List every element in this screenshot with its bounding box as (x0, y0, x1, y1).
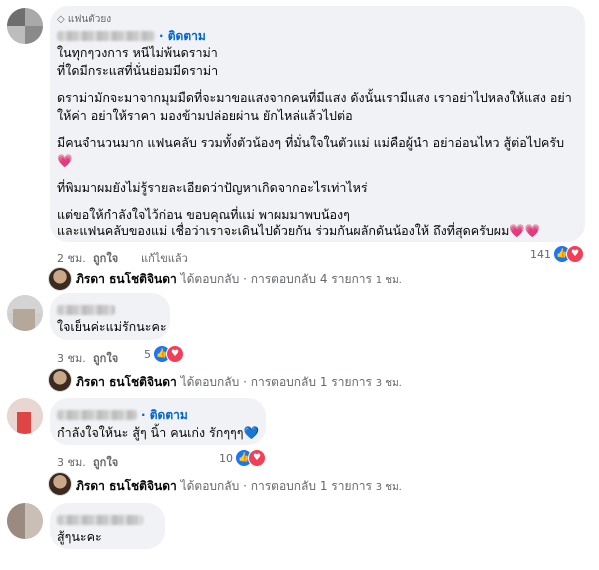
replier-avatar[interactable] (48, 267, 72, 291)
reaction-count: 5 (144, 347, 151, 361)
commenter-name-3[interactable] (57, 410, 137, 420)
reaction-summary[interactable]: 5 👍 ♥ (144, 345, 184, 363)
comment-time[interactable]: 3 ชม. (57, 453, 86, 471)
reaction-summary[interactable]: 141 👍 ♥ (530, 245, 584, 263)
comment-text-line: ที่พิมมาผมยังไม่รู้รายละเอียดว่าปัญหาเกิ… (57, 180, 368, 195)
comment-text-line: ในทุกๆวงการ หนีไม่พ้นดราม่า (57, 45, 218, 60)
comment-text-line: ให้ค่า อย่าให้ราคา มองข้ามปล่อยผ่าน ยักไ… (57, 108, 353, 123)
diamond-icon: ◇ (57, 14, 65, 25)
comment-text-line: และแฟนคลับของแม่ เชื่อว่าเราจะเดินไปด้วย… (57, 223, 541, 238)
edited-label: แก้ไขแล้ว (141, 252, 188, 265)
commenter-name-1[interactable] (57, 31, 155, 41)
comment-time[interactable]: 2 ชม. (57, 249, 86, 267)
replier-avatar[interactable] (48, 472, 72, 496)
heart-emoji-icon: 💗💗 (509, 223, 541, 238)
heart-emoji-icon: 💗 (57, 153, 73, 168)
blue-heart-icon: 💙 (243, 425, 260, 440)
avatar-comment-4[interactable] (7, 503, 43, 539)
reaction-count: 10 (219, 451, 233, 465)
heart-icon: ♥ (166, 345, 184, 363)
reaction-count: 141 (530, 247, 551, 261)
comment-text-line: ที่ใดมีกระแสที่นั่นย่อมมีดราม่า (57, 63, 219, 78)
fan-badge: ◇ แฟนตัวยง (57, 14, 112, 25)
heart-icon: ♥ (566, 245, 584, 263)
comment-text-line: สู้ๆนะคะ (57, 529, 102, 544)
heart-icon: ♥ (248, 449, 266, 467)
commenter-name-2[interactable] (57, 305, 115, 315)
like-button[interactable]: ถูกใจ (93, 453, 118, 471)
follow-link-3[interactable]: · ติดตาม (141, 406, 188, 425)
comment-text-line: มีคนจำนวนมาก แฟนคลับ รวมทั้งตัวน้องๆ ที่… (57, 135, 565, 150)
replier-avatar[interactable] (48, 368, 72, 392)
avatar-comment-2[interactable] (7, 295, 43, 331)
comment-time[interactable]: 3 ชม. (57, 349, 86, 367)
view-replies-link[interactable]: ภิรดา ธนโชติจินดา ได้ตอบกลับ · การตอบกลั… (76, 270, 402, 289)
like-button[interactable]: ถูกใจ (93, 249, 118, 267)
view-replies-link[interactable]: ภิรดา ธนโชติจินดา ได้ตอบกลับ · การตอบกลั… (76, 477, 402, 496)
reaction-summary[interactable]: 10 👍 ♥ (219, 449, 266, 467)
like-button[interactable]: ถูกใจ (93, 349, 118, 367)
comment-text-line: ใจเย็นค่ะแม่รักนะคะ (57, 319, 167, 334)
avatar-comment-1[interactable] (7, 8, 43, 44)
avatar-comment-3[interactable] (7, 398, 43, 434)
commenter-name-4[interactable] (57, 515, 143, 525)
comment-text-line: กำลังใจให้นะ สู้ๆ นิ้า คนเก่ง รักๆๆๆ💙 (57, 425, 260, 440)
comment-text-line: ดราม่ามักจะมาจากมุมมืดที่จะมาขอแสงจากคนท… (57, 90, 572, 105)
view-replies-link[interactable]: ภิรดา ธนโชติจินดา ได้ตอบกลับ · การตอบกลั… (76, 373, 402, 392)
